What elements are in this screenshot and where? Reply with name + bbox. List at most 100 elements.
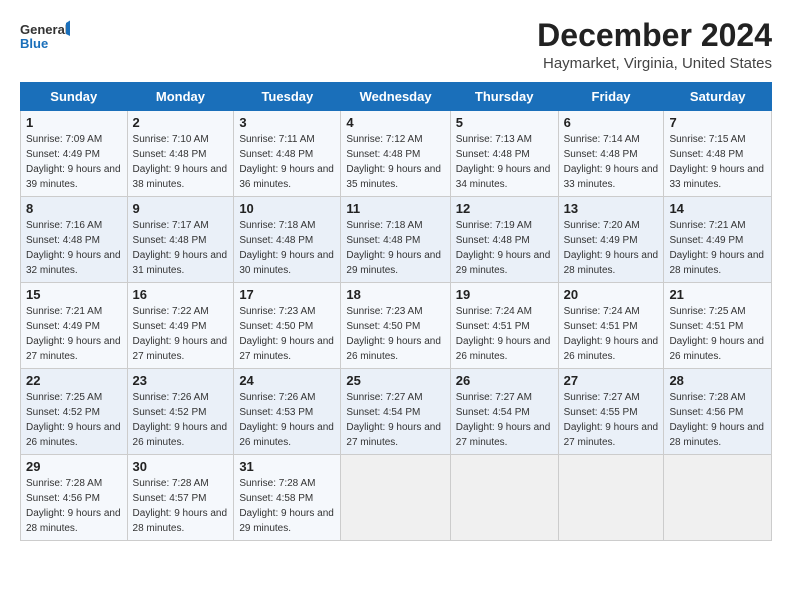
calendar-cell: 26 Sunrise: 7:27 AM Sunset: 4:54 PM Dayl… (450, 369, 558, 455)
day-number: 11 (346, 201, 444, 216)
col-wednesday: Wednesday (341, 83, 450, 111)
day-info: Sunrise: 7:26 AM Sunset: 4:52 PM Dayligh… (133, 392, 228, 448)
calendar-cell: 22 Sunrise: 7:25 AM Sunset: 4:52 PM Dayl… (21, 369, 128, 455)
calendar-cell (664, 455, 772, 541)
calendar-cell: 31 Sunrise: 7:28 AM Sunset: 4:58 PM Dayl… (234, 455, 341, 541)
day-info: Sunrise: 7:10 AM Sunset: 4:48 PM Dayligh… (133, 134, 228, 190)
day-info: Sunrise: 7:15 AM Sunset: 4:48 PM Dayligh… (669, 134, 764, 190)
day-info: Sunrise: 7:28 AM Sunset: 4:58 PM Dayligh… (239, 478, 334, 534)
day-number: 12 (456, 201, 553, 216)
day-info: Sunrise: 7:11 AM Sunset: 4:48 PM Dayligh… (239, 134, 334, 190)
day-number: 7 (669, 115, 766, 130)
day-number: 22 (26, 373, 122, 388)
svg-text:Blue: Blue (20, 36, 48, 51)
day-info: Sunrise: 7:27 AM Sunset: 4:54 PM Dayligh… (346, 392, 441, 448)
day-number: 21 (669, 287, 766, 302)
col-tuesday: Tuesday (234, 83, 341, 111)
day-info: Sunrise: 7:16 AM Sunset: 4:48 PM Dayligh… (26, 220, 121, 276)
day-info: Sunrise: 7:28 AM Sunset: 4:57 PM Dayligh… (133, 478, 228, 534)
title-area: December 2024 Haymarket, Virginia, Unite… (537, 18, 772, 72)
day-number: 27 (564, 373, 659, 388)
day-info: Sunrise: 7:09 AM Sunset: 4:49 PM Dayligh… (26, 134, 121, 190)
calendar-cell: 28 Sunrise: 7:28 AM Sunset: 4:56 PM Dayl… (664, 369, 772, 455)
day-info: Sunrise: 7:27 AM Sunset: 4:55 PM Dayligh… (564, 392, 659, 448)
day-number: 24 (239, 373, 335, 388)
day-info: Sunrise: 7:13 AM Sunset: 4:48 PM Dayligh… (456, 134, 551, 190)
day-number: 13 (564, 201, 659, 216)
day-info: Sunrise: 7:23 AM Sunset: 4:50 PM Dayligh… (346, 306, 441, 362)
day-number: 20 (564, 287, 659, 302)
day-info: Sunrise: 7:28 AM Sunset: 4:56 PM Dayligh… (26, 478, 121, 534)
day-info: Sunrise: 7:21 AM Sunset: 4:49 PM Dayligh… (669, 220, 764, 276)
calendar-week-3: 15 Sunrise: 7:21 AM Sunset: 4:49 PM Dayl… (21, 283, 772, 369)
day-info: Sunrise: 7:19 AM Sunset: 4:48 PM Dayligh… (456, 220, 551, 276)
day-number: 23 (133, 373, 229, 388)
calendar-cell: 19 Sunrise: 7:24 AM Sunset: 4:51 PM Dayl… (450, 283, 558, 369)
day-number: 26 (456, 373, 553, 388)
col-thursday: Thursday (450, 83, 558, 111)
calendar-week-4: 22 Sunrise: 7:25 AM Sunset: 4:52 PM Dayl… (21, 369, 772, 455)
calendar-cell: 15 Sunrise: 7:21 AM Sunset: 4:49 PM Dayl… (21, 283, 128, 369)
calendar-cell: 24 Sunrise: 7:26 AM Sunset: 4:53 PM Dayl… (234, 369, 341, 455)
calendar-cell: 7 Sunrise: 7:15 AM Sunset: 4:48 PM Dayli… (664, 111, 772, 197)
day-info: Sunrise: 7:22 AM Sunset: 4:49 PM Dayligh… (133, 306, 228, 362)
calendar-cell: 9 Sunrise: 7:17 AM Sunset: 4:48 PM Dayli… (127, 197, 234, 283)
day-number: 29 (26, 459, 122, 474)
day-number: 17 (239, 287, 335, 302)
day-info: Sunrise: 7:25 AM Sunset: 4:52 PM Dayligh… (26, 392, 121, 448)
calendar-cell: 12 Sunrise: 7:19 AM Sunset: 4:48 PM Dayl… (450, 197, 558, 283)
calendar-week-1: 1 Sunrise: 7:09 AM Sunset: 4:49 PM Dayli… (21, 111, 772, 197)
calendar-cell: 20 Sunrise: 7:24 AM Sunset: 4:51 PM Dayl… (558, 283, 664, 369)
calendar-cell: 1 Sunrise: 7:09 AM Sunset: 4:49 PM Dayli… (21, 111, 128, 197)
col-sunday: Sunday (21, 83, 128, 111)
day-number: 1 (26, 115, 122, 130)
day-number: 4 (346, 115, 444, 130)
day-info: Sunrise: 7:26 AM Sunset: 4:53 PM Dayligh… (239, 392, 334, 448)
day-number: 16 (133, 287, 229, 302)
day-info: Sunrise: 7:27 AM Sunset: 4:54 PM Dayligh… (456, 392, 551, 448)
col-monday: Monday (127, 83, 234, 111)
day-info: Sunrise: 7:24 AM Sunset: 4:51 PM Dayligh… (564, 306, 659, 362)
calendar-cell: 29 Sunrise: 7:28 AM Sunset: 4:56 PM Dayl… (21, 455, 128, 541)
calendar-cell: 27 Sunrise: 7:27 AM Sunset: 4:55 PM Dayl… (558, 369, 664, 455)
day-info: Sunrise: 7:18 AM Sunset: 4:48 PM Dayligh… (239, 220, 334, 276)
day-info: Sunrise: 7:25 AM Sunset: 4:51 PM Dayligh… (669, 306, 764, 362)
calendar-cell: 25 Sunrise: 7:27 AM Sunset: 4:54 PM Dayl… (341, 369, 450, 455)
day-number: 9 (133, 201, 229, 216)
day-info: Sunrise: 7:18 AM Sunset: 4:48 PM Dayligh… (346, 220, 441, 276)
month-title: December 2024 (537, 18, 772, 53)
day-number: 25 (346, 373, 444, 388)
col-saturday: Saturday (664, 83, 772, 111)
header: General Blue December 2024 Haymarket, Vi… (20, 18, 772, 72)
day-number: 31 (239, 459, 335, 474)
day-number: 14 (669, 201, 766, 216)
calendar: Sunday Monday Tuesday Wednesday Thursday… (20, 82, 772, 541)
location-title: Haymarket, Virginia, United States (537, 55, 772, 72)
logo: General Blue (20, 18, 70, 56)
calendar-cell: 30 Sunrise: 7:28 AM Sunset: 4:57 PM Dayl… (127, 455, 234, 541)
day-number: 28 (669, 373, 766, 388)
day-number: 2 (133, 115, 229, 130)
day-number: 10 (239, 201, 335, 216)
day-info: Sunrise: 7:14 AM Sunset: 4:48 PM Dayligh… (564, 134, 659, 190)
logo-icon: General Blue (20, 18, 70, 56)
svg-text:General: General (20, 22, 68, 37)
day-info: Sunrise: 7:12 AM Sunset: 4:48 PM Dayligh… (346, 134, 441, 190)
calendar-cell: 17 Sunrise: 7:23 AM Sunset: 4:50 PM Dayl… (234, 283, 341, 369)
day-info: Sunrise: 7:17 AM Sunset: 4:48 PM Dayligh… (133, 220, 228, 276)
page: General Blue December 2024 Haymarket, Vi… (0, 0, 792, 553)
calendar-cell: 8 Sunrise: 7:16 AM Sunset: 4:48 PM Dayli… (21, 197, 128, 283)
day-info: Sunrise: 7:28 AM Sunset: 4:56 PM Dayligh… (669, 392, 764, 448)
calendar-cell: 4 Sunrise: 7:12 AM Sunset: 4:48 PM Dayli… (341, 111, 450, 197)
calendar-cell: 11 Sunrise: 7:18 AM Sunset: 4:48 PM Dayl… (341, 197, 450, 283)
day-info: Sunrise: 7:21 AM Sunset: 4:49 PM Dayligh… (26, 306, 121, 362)
day-info: Sunrise: 7:23 AM Sunset: 4:50 PM Dayligh… (239, 306, 334, 362)
day-number: 15 (26, 287, 122, 302)
day-number: 8 (26, 201, 122, 216)
calendar-week-2: 8 Sunrise: 7:16 AM Sunset: 4:48 PM Dayli… (21, 197, 772, 283)
calendar-header-row: Sunday Monday Tuesday Wednesday Thursday… (21, 83, 772, 111)
day-number: 19 (456, 287, 553, 302)
day-number: 3 (239, 115, 335, 130)
calendar-cell: 6 Sunrise: 7:14 AM Sunset: 4:48 PM Dayli… (558, 111, 664, 197)
calendar-cell (450, 455, 558, 541)
